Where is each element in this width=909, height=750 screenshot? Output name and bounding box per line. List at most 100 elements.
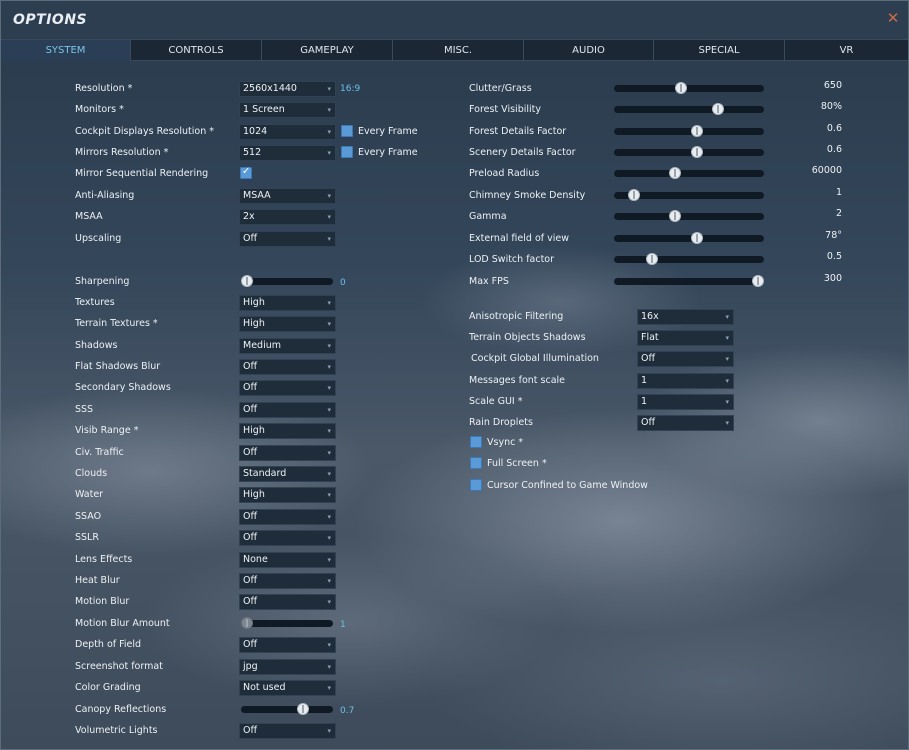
slider-handle[interactable] [691,146,703,158]
vsync-checkbox[interactable] [470,436,482,448]
screenshot-format-value: jpg [243,661,258,672]
preload-radius-slider[interactable] [614,167,764,179]
volumetric-lights-label: Volumetric Lights [75,725,158,736]
secondary-shadows-dropdown[interactable]: Off ▾ [239,380,336,396]
cursor-confined-checkbox[interactable] [470,479,482,491]
tab-audio[interactable]: AUDIO [524,40,654,61]
cockpit-displays-value: 1024 [243,126,268,137]
slider-handle[interactable] [691,125,703,137]
max-fps-slider[interactable] [614,275,764,287]
heat-blur-label: Heat Blur [75,575,120,586]
sslr-dropdown[interactable]: Off ▾ [239,530,336,546]
ssao-dropdown[interactable]: Off ▾ [239,509,336,525]
terrain-textures-value: High [243,318,265,329]
upscaling-dropdown[interactable]: Off ▾ [239,231,336,247]
terrain-textures-dropdown[interactable]: High ▾ [239,316,336,332]
chevron-down-icon: ▾ [327,727,331,735]
cockpit-displays-dropdown[interactable]: 1024 ▾ [239,124,336,140]
chevron-down-icon: ▾ [327,641,331,649]
anti-aliasing-dropdown[interactable]: MSAA ▾ [239,188,336,204]
terrain-objects-shadows-dropdown[interactable]: Flat ▾ [637,330,734,346]
chevron-down-icon: ▾ [327,556,331,564]
civ-traffic-dropdown[interactable]: Off ▾ [239,445,336,461]
gamma-slider[interactable] [614,210,764,222]
lens-effects-value: None [243,554,268,565]
flat-shadows-blur-value: Off [243,361,258,372]
motion-blur-amount-slider[interactable] [241,617,333,629]
clouds-dropdown[interactable]: Standard ▾ [239,466,336,482]
forest-visibility-slider[interactable] [614,103,764,115]
messages-font-scale-dropdown[interactable]: 1 ▾ [637,373,734,389]
slider-handle[interactable] [752,275,764,287]
scale-gui-dropdown[interactable]: 1 ▾ [637,394,734,410]
anisotropic-dropdown[interactable]: 16x ▾ [637,309,734,325]
anti-aliasing-label: Anti-Aliasing [75,190,135,201]
msaa-dropdown[interactable]: 2x ▾ [239,209,336,225]
mirrors-every-frame-checkbox[interactable] [341,146,353,158]
sss-value: Off [243,404,258,415]
water-value: High [243,489,265,500]
clutter-slider[interactable] [614,82,764,94]
chevron-down-icon: ▾ [327,684,331,692]
lens-effects-dropdown[interactable]: None ▾ [239,552,336,568]
slider-handle[interactable] [675,82,687,94]
tab-controls[interactable]: CONTROLS [131,40,262,61]
sharpening-slider[interactable] [241,275,333,287]
color-grading-dropdown[interactable]: Not used ▾ [239,680,336,696]
slider-handle[interactable] [691,232,703,244]
full-screen-checkbox[interactable] [470,457,482,469]
slider-handle[interactable] [241,275,253,287]
canopy-reflections-value: 0.7 [340,706,355,716]
resolution-value: 2560x1440 [243,83,297,94]
visib-range-dropdown[interactable]: High ▾ [239,423,336,439]
forest-visibility-label: Forest Visibility [469,104,541,115]
heat-blur-dropdown[interactable]: Off ▾ [239,573,336,589]
resolution-label: Resolution * [75,83,133,94]
flat-shadows-blur-dropdown[interactable]: Off ▾ [239,359,336,375]
mirrors-dropdown[interactable]: 512 ▾ [239,145,336,161]
slider-handle[interactable] [628,189,640,201]
lod-switch-value: 0.5 [826,251,842,262]
depth-of-field-dropdown[interactable]: Off ▾ [239,637,336,653]
motion-blur-dropdown[interactable]: Off ▾ [239,594,336,610]
close-icon[interactable]: ✕ [884,9,902,27]
vsync-label: Vsync * [487,437,524,448]
slider-handle[interactable] [669,210,681,222]
forest-visibility-value: 80% [820,101,842,112]
rain-droplets-dropdown[interactable]: Off ▾ [637,415,734,431]
lod-switch-slider[interactable] [614,253,764,265]
volumetric-lights-dropdown[interactable]: Off ▾ [239,723,336,739]
tab-system[interactable]: SYSTEM [1,40,131,61]
cockpit-displays-every-frame-checkbox[interactable] [341,125,353,137]
sss-dropdown[interactable]: Off ▾ [239,402,336,418]
monitors-dropdown[interactable]: 1 Screen ▾ [239,102,336,118]
slider-handle[interactable] [646,253,658,265]
tab-vr[interactable]: VR [785,40,908,61]
clouds-value: Standard [243,468,287,479]
mirrors-value: 512 [243,147,262,158]
canopy-reflections-label: Canopy Reflections [75,704,167,715]
chevron-down-icon: ▾ [327,192,331,200]
slider-handle[interactable] [712,103,724,115]
mirror-seq-checkbox[interactable] [240,166,252,179]
resolution-dropdown[interactable]: 2560x1440 ▾ [239,81,336,97]
scenery-details-slider[interactable] [614,146,764,158]
tab-misc[interactable]: MISC. [393,40,524,61]
forest-details-slider[interactable] [614,125,764,137]
slider-handle[interactable] [669,167,681,179]
mirror-seq-label: Mirror Sequential Rendering [75,168,209,179]
slider-handle[interactable] [297,703,309,715]
canopy-reflections-slider[interactable] [241,703,333,715]
chimney-smoke-slider[interactable] [614,189,764,201]
cockpit-gi-dropdown[interactable]: Off ▾ [637,351,734,367]
slider-handle[interactable] [241,617,253,629]
water-dropdown[interactable]: High ▾ [239,487,336,503]
screenshot-format-dropdown[interactable]: jpg ▾ [239,659,336,675]
msaa-label: MSAA [75,211,103,222]
shadows-dropdown[interactable]: Medium ▾ [239,338,336,354]
tab-special[interactable]: SPECIAL [654,40,785,61]
textures-dropdown[interactable]: High ▾ [239,295,336,311]
chevron-down-icon: ▾ [327,384,331,392]
tab-gameplay[interactable]: GAMEPLAY [262,40,393,61]
external-fov-slider[interactable] [614,232,764,244]
